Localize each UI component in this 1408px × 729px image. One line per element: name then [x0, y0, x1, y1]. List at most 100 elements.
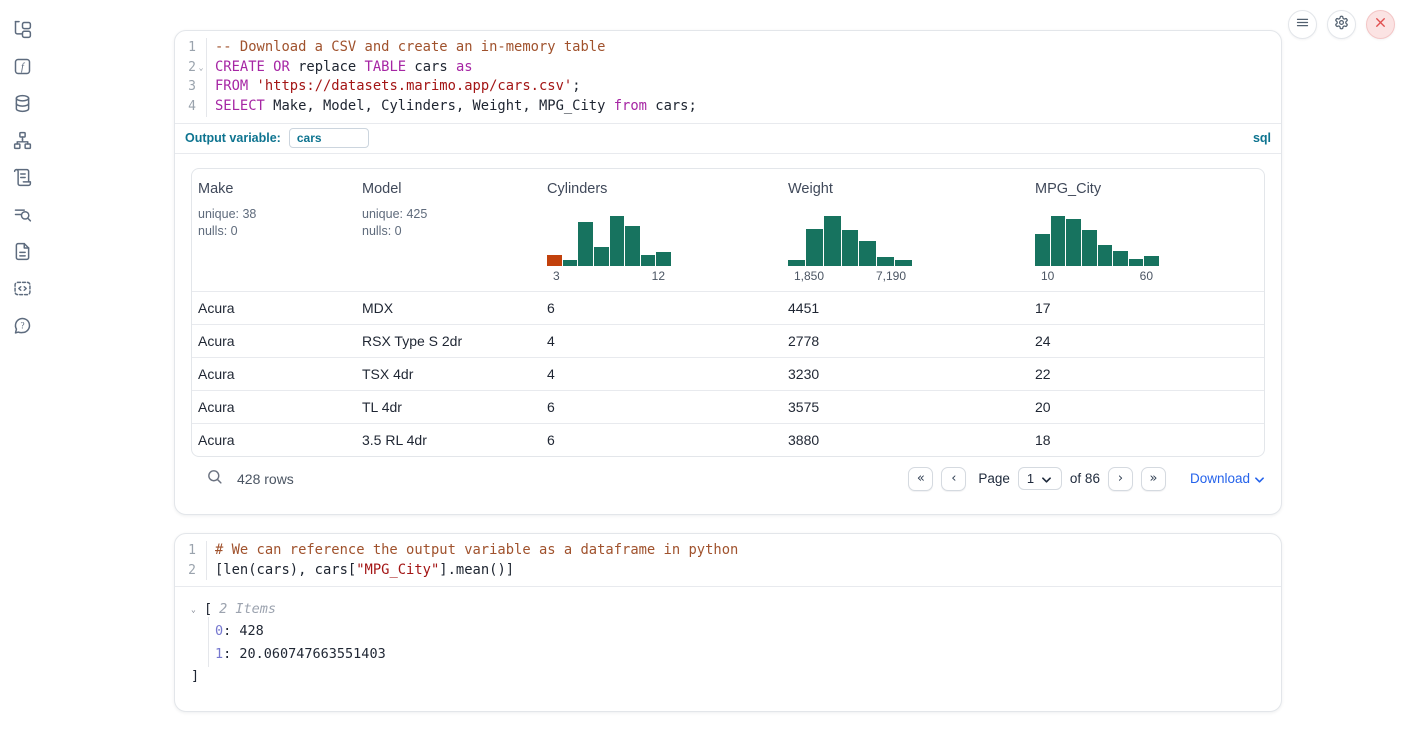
language-badge: sql	[1253, 131, 1271, 145]
histogram-axis-labels: 1060	[1035, 266, 1159, 283]
sidebar-item-document[interactable]	[10, 242, 34, 266]
histogram-bar	[578, 222, 593, 266]
histogram-bar	[806, 229, 823, 266]
sidebar-item-code-snippet[interactable]	[10, 279, 34, 303]
histogram-bar	[788, 260, 805, 266]
histogram-bar	[1035, 234, 1050, 266]
close-icon	[1373, 15, 1388, 35]
page-count-label: of 86	[1070, 471, 1100, 486]
column-histogram: 312	[547, 216, 671, 283]
scroll-icon	[12, 167, 33, 193]
first-page-button[interactable]: «	[908, 467, 933, 491]
last-page-button[interactable]: »	[1141, 467, 1166, 491]
settings-button[interactable]	[1327, 10, 1356, 39]
histogram-bar	[895, 260, 912, 266]
code-text: CREATE OR replace TABLE cars as	[207, 58, 473, 78]
window-controls	[1288, 10, 1395, 39]
function-icon: f	[12, 56, 33, 82]
histogram-bar	[563, 260, 578, 266]
code-line: 2⌄CREATE OR replace TABLE cars as	[175, 58, 1281, 78]
table-row: AcuraTSX 4dr4323022	[192, 357, 1264, 390]
dependency-graph-icon	[12, 130, 33, 156]
table-cell: 3880	[788, 431, 1035, 448]
histogram-bar	[1144, 256, 1159, 266]
table-header-row: Makeunique: 38nulls: 0Model unique: 425nu…	[192, 169, 1264, 291]
sql-code-editor[interactable]: 1-- Download a CSV and create an in-memo…	[175, 31, 1281, 123]
column-header-mpg_city[interactable]: MPG_City1060	[1035, 179, 1264, 283]
column-header-weight[interactable]: Weight1,8507,190	[788, 179, 1035, 283]
table-cell: 4451	[788, 299, 1035, 316]
sidebar: f?	[0, 0, 44, 729]
sidebar-item-file-tree[interactable]	[10, 20, 34, 44]
table-cell: 2778	[788, 332, 1035, 349]
column-header-cylinders[interactable]: Cylinders 312	[547, 179, 788, 283]
next-page-button[interactable]: ›	[1108, 467, 1133, 491]
items-count-label: 2 Items	[219, 601, 276, 617]
page-select[interactable]: 1	[1018, 467, 1062, 490]
chevron-down-icon	[1042, 471, 1051, 486]
column-header-model[interactable]: Model unique: 425nulls: 0	[362, 179, 547, 283]
svg-text:?: ?	[20, 321, 24, 331]
table-cell: Acura	[198, 365, 362, 382]
code-text: [len(cars), cars["MPG_City"].mean()]	[207, 561, 514, 581]
histogram-bar	[656, 252, 671, 266]
download-button[interactable]: Download	[1190, 471, 1264, 486]
code-text: FROM 'https://datasets.marimo.app/cars.c…	[207, 77, 581, 97]
histogram-bar	[547, 255, 562, 266]
shutdown-button[interactable]	[1366, 10, 1395, 39]
output-variable-input[interactable]	[289, 128, 369, 148]
menu-icon	[1295, 15, 1310, 35]
code-text: # We can reference the output variable a…	[207, 541, 738, 561]
gear-icon	[1334, 15, 1349, 35]
code-text: -- Download a CSV and create an in-memor…	[207, 38, 605, 58]
prev-page-button[interactable]: ‹	[941, 467, 966, 491]
column-header-make[interactable]: Makeunique: 38nulls: 0	[198, 179, 362, 283]
sidebar-item-scroll[interactable]	[10, 168, 34, 192]
table-cell: Acura	[198, 299, 362, 316]
histogram-bar	[1066, 219, 1081, 266]
fold-chevron-icon[interactable]: ⌄	[196, 63, 206, 73]
code-text: SELECT Make, Model, Cylinders, Weight, M…	[207, 97, 697, 117]
tree-entry: 1: 20.060747663551403	[213, 643, 1265, 666]
table-search-button[interactable]	[204, 469, 224, 489]
table-cell: 6	[547, 431, 788, 448]
sidebar-item-function[interactable]: f	[10, 57, 34, 81]
tree-entries: 0: 4281: 20.060747663551403	[208, 617, 1265, 667]
column-name: Weight	[788, 181, 1035, 197]
histogram-bar	[1051, 216, 1066, 266]
histogram-bar	[610, 216, 625, 266]
code-line: 1# We can reference the output variable …	[175, 541, 1281, 561]
python-code-editor[interactable]: 1# We can reference the output variable …	[175, 534, 1281, 586]
table-cell: 18	[1035, 431, 1264, 448]
sidebar-item-search-list[interactable]	[10, 205, 34, 229]
sidebar-item-dependency-graph[interactable]	[10, 131, 34, 155]
data-table: Makeunique: 38nulls: 0Model unique: 425nu…	[191, 168, 1265, 457]
table-row: Acura3.5 RL 4dr6388018	[192, 423, 1264, 456]
output-variable-label: Output variable:	[185, 131, 281, 145]
table-cell: Acura	[198, 398, 362, 415]
database-icon	[12, 93, 33, 119]
histogram-bar	[824, 216, 841, 266]
code-line: 2[len(cars), cars["MPG_City"].mean()]	[175, 561, 1281, 581]
table-cell: 20	[1035, 398, 1264, 415]
column-stats: unique: 425nulls: 0	[362, 206, 547, 240]
column-name: Cylinders	[547, 181, 788, 197]
table-cell: 17	[1035, 299, 1264, 316]
histogram-bar	[842, 230, 859, 266]
close-bracket: ]	[191, 667, 1265, 686]
histogram-bar	[1082, 230, 1097, 266]
table-cell: 3575	[788, 398, 1035, 415]
table-cell: Acura	[198, 332, 362, 349]
menu-button[interactable]	[1288, 10, 1317, 39]
column-name: Model	[362, 181, 547, 197]
table-cell: 4	[547, 332, 788, 349]
line-number: 2⌄	[175, 58, 207, 78]
line-number: 2	[175, 561, 207, 581]
collapse-chevron-icon[interactable]: ⌄	[191, 605, 204, 614]
table-cell: 24	[1035, 332, 1264, 349]
help-icon: ?	[12, 315, 33, 341]
histogram-bar	[625, 226, 640, 266]
line-number: 4	[175, 97, 207, 117]
sidebar-item-database[interactable]	[10, 94, 34, 118]
sidebar-item-help[interactable]: ?	[10, 316, 34, 340]
